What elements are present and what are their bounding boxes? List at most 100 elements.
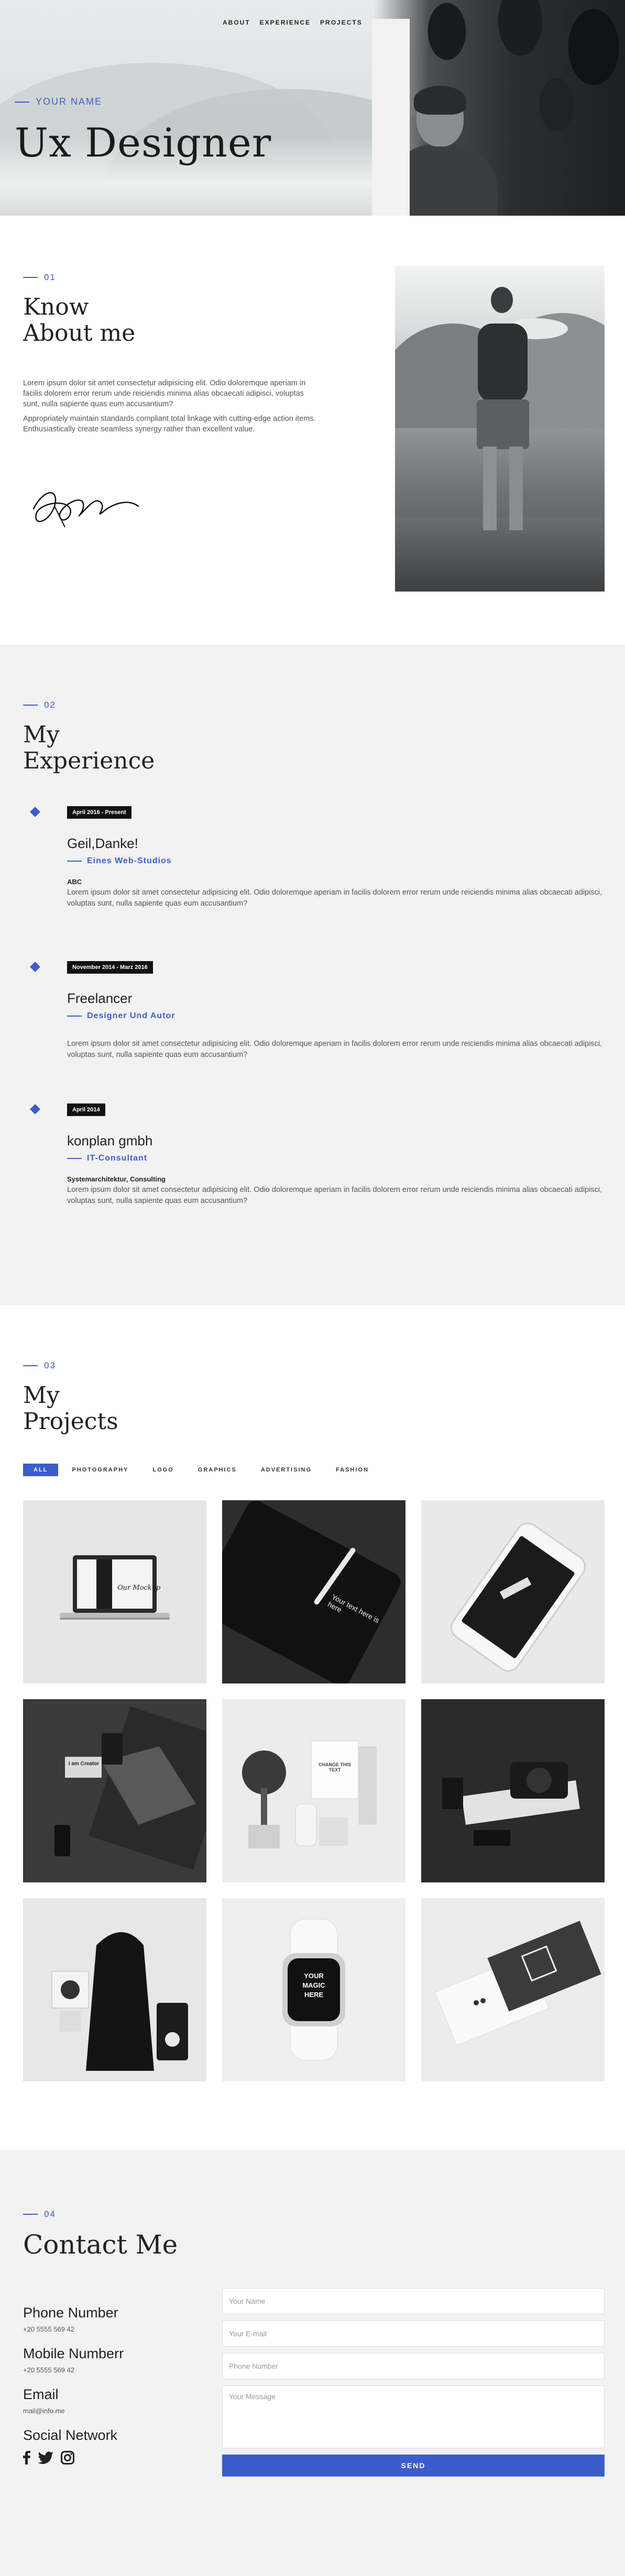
filter-all[interactable]: ALL [23, 1464, 59, 1476]
nav-contact[interactable]: CONTACT [371, 19, 410, 216]
experience-date: April 2014 [67, 1103, 105, 1116]
project-tile[interactable]: I am Creator [23, 1699, 206, 1882]
accent-line [67, 1016, 82, 1017]
main-nav: ABOUT EXPERIENCE PROJECTS CONTACT [223, 19, 410, 216]
laptop-mockup-icon [60, 1555, 170, 1620]
accent-line [23, 705, 38, 706]
section-number-text: 01 [44, 272, 56, 282]
contact-mobile: Mobile Numberr +20 5555 569 42 [23, 2346, 201, 2374]
camera-mockup-icon [442, 1762, 580, 1846]
project-tile[interactable] [421, 1898, 605, 2081]
project-tile[interactable] [421, 1500, 605, 1683]
timeline-diamond-icon [30, 807, 40, 817]
hero-title: Ux Designer [15, 119, 272, 166]
experience-heading-line2: Experience [23, 748, 155, 774]
contact-mobile-label: Mobile Numberr [23, 2346, 124, 2361]
contact-section: 04 Contact Me Phone Number +20 5555 569 … [0, 2150, 625, 2576]
accent-line [23, 2214, 38, 2215]
twitter-icon[interactable] [38, 2451, 53, 2464]
experience-role-text: Designer Und Autor [87, 1011, 176, 1020]
experience-role-text: Eines Web-Studios [87, 856, 172, 865]
project-tile[interactable] [23, 1898, 206, 2081]
experience-heading: My Experience [23, 722, 155, 774]
name-input[interactable]: Your Name [222, 2288, 605, 2314]
experience-date: April 2016 - Present [67, 806, 131, 819]
hero-section: ABOUT EXPERIENCE PROJECTS CONTACT YOUR N… [0, 0, 625, 216]
section-number-text: 03 [44, 1361, 56, 1370]
filter-advertising[interactable]: ADVERTISING [250, 1464, 322, 1476]
filter-logo[interactable]: LOGO [142, 1464, 184, 1476]
about-section: 01 Know About me Lorem ipsum dolor sit a… [0, 216, 625, 645]
filter-fashion[interactable]: FASHION [325, 1464, 379, 1476]
project-tile-label: YOUR MAGIC HERE [302, 1972, 325, 1999]
contact-social: Social Network [23, 2427, 201, 2465]
project-grid: Our Mockup Your text here is here I am C… [23, 1500, 605, 2081]
phone-input[interactable]: Phone Number [222, 2353, 605, 2379]
bottle-mockup-icon [242, 1741, 377, 1848]
contact-heading: Contact Me [23, 2229, 178, 2260]
experience-subtitle: Systemarchitektur, Consulting [67, 1175, 166, 1183]
phone-mockup-icon [451, 1522, 586, 1672]
message-textarea[interactable]: Your Message [222, 2385, 605, 2448]
projects-heading: My Projects [23, 1382, 118, 1435]
experience-item: April 2016 - Present Geil,Danke! Eines W… [30, 806, 608, 911]
contact-social-label: Social Network [23, 2427, 118, 2443]
contact-email-label: Email [23, 2387, 59, 2402]
contact-email: Email mail@info.me [23, 2387, 201, 2415]
bag-mockup-icon [51, 1932, 188, 2071]
nav-about[interactable]: ABOUT [223, 19, 250, 216]
email-input[interactable]: Your E-mail [222, 2321, 605, 2347]
experience-role: IT-Consultant [67, 1154, 147, 1163]
section-number: 02 [23, 700, 56, 710]
experience-section: 02 My Experience April 2016 - Present Ge… [0, 645, 625, 1306]
experience-role: Designer Und Autor [67, 1011, 176, 1021]
experience-description: Lorem ipsum dolor sit amet consectetur a… [67, 1186, 602, 1205]
business-card-mockup-icon [434, 1921, 601, 2046]
nav-experience[interactable]: EXPERIENCE [260, 19, 311, 216]
projects-heading-line2: Projects [23, 1408, 118, 1435]
about-heading: Know About me [23, 294, 135, 347]
experience-role: Eines Web-Studios [67, 856, 172, 866]
projects-heading-line1: My [23, 1382, 60, 1409]
experience-company: Geil,Danke! [67, 835, 138, 851]
hero-name: YOUR NAME [36, 96, 103, 107]
send-button[interactable]: SEND [222, 2455, 605, 2477]
project-tile[interactable]: YOUR MAGIC HERE [222, 1898, 405, 2081]
accent-line [15, 101, 29, 103]
about-paragraph: Lorem ipsum dolor sit amet consectetur a… [23, 379, 306, 408]
project-tile[interactable] [421, 1699, 605, 1882]
nav-projects[interactable]: PROJECTS [320, 19, 363, 216]
experience-company: konplan gmbh [67, 1133, 153, 1148]
project-tile[interactable]: Your text here is here [222, 1500, 405, 1683]
about-heading-line1: Know [23, 294, 89, 320]
signature-image [32, 492, 139, 528]
experience-date: November 2014 - Marz 2016 [67, 961, 153, 974]
filter-photography[interactable]: PHOTOGRAPHY [61, 1464, 139, 1476]
section-number-text: 02 [44, 700, 56, 710]
contact-phone-value: +20 5555 569 42 [23, 2325, 74, 2333]
section-number: 04 [23, 2209, 56, 2220]
accent-line [23, 1365, 38, 1366]
project-tile[interactable]: CHANGE THIS TEXT [222, 1699, 405, 1882]
accent-line [67, 861, 82, 862]
section-number: 03 [23, 1361, 56, 1371]
project-tile-label: I am Creator [68, 1761, 100, 1767]
about-heading-line2: About me [23, 320, 136, 347]
tablet-mockup-icon [222, 1501, 401, 1683]
experience-role-text: IT-Consultant [87, 1154, 148, 1163]
experience-description: Lorem ipsum dolor sit amet consectetur a… [67, 888, 602, 908]
contact-form: Your Name Your E-mail Phone Number Your … [222, 2288, 605, 2477]
filter-graphics[interactable]: GRAPHICS [188, 1464, 247, 1476]
project-tile[interactable]: Our Mockup [23, 1500, 206, 1683]
experience-company: Freelancer [67, 990, 133, 1006]
project-tile-label: Our Mockup [117, 1584, 161, 1592]
contact-phone-label: Phone Number [23, 2305, 118, 2321]
experience-item: November 2014 - Marz 2016 Freelancer Des… [30, 961, 608, 1066]
instagram-icon[interactable] [61, 2451, 74, 2465]
facebook-icon[interactable] [23, 2451, 30, 2465]
experience-description: Lorem ipsum dolor sit amet consectetur a… [67, 1040, 602, 1059]
contact-mobile-value: +20 5555 569 42 [23, 2366, 74, 2374]
about-paragraph: Appropriately maintain standards complia… [23, 415, 316, 433]
contact-email-value: mail@info.me [23, 2407, 65, 2415]
experience-subtitle: ABC [67, 878, 82, 886]
